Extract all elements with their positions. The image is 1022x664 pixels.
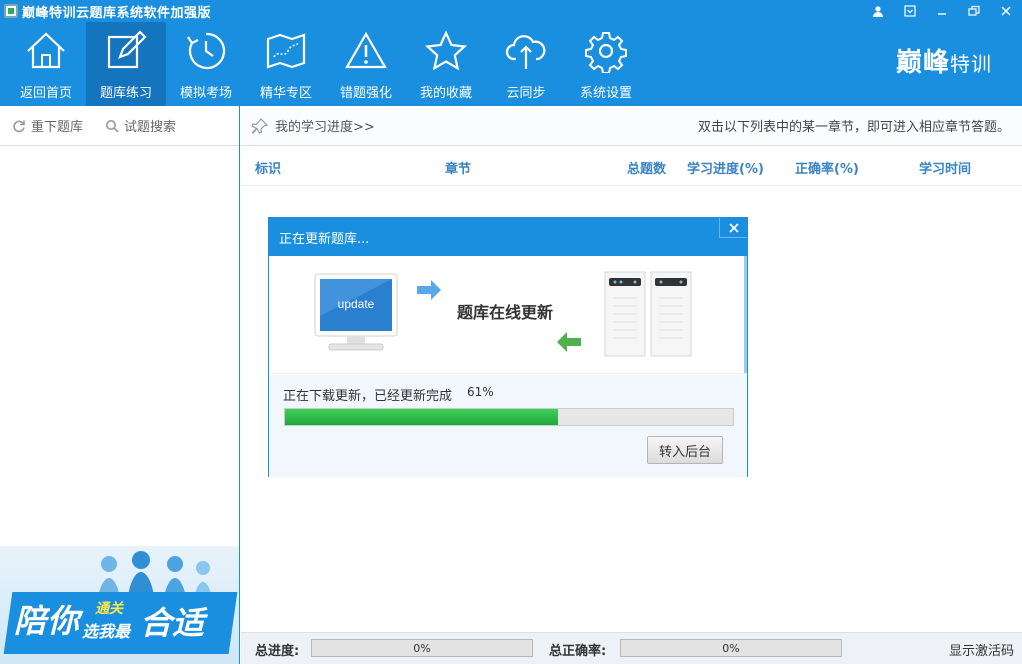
slogan-line4: 合适 bbox=[140, 598, 204, 644]
slogan-line2: 通关 bbox=[95, 598, 123, 618]
show-activation-link[interactable]: 显示激活码 bbox=[949, 640, 1014, 659]
brand-logo: 巅峰特训 bbox=[896, 42, 992, 79]
nav-exam-label: 模拟考场 bbox=[180, 82, 232, 101]
monitor-icon bbox=[315, 274, 397, 350]
total-accuracy-label: 总正确率: bbox=[549, 640, 606, 659]
dialog-header: 正在更新题库... bbox=[269, 218, 747, 256]
redownload-label: 重下题库 bbox=[31, 116, 83, 135]
nav-essence-label: 精华专区 bbox=[260, 82, 312, 101]
brand-sub: 特训 bbox=[950, 52, 992, 76]
menu-icon[interactable] bbox=[894, 0, 926, 22]
monitor-text: update bbox=[338, 297, 375, 311]
download-progress-track bbox=[284, 408, 734, 426]
nav-cloud-sync-label: 云同步 bbox=[506, 82, 545, 101]
main-toolbar: 返回首页 题库练习 模拟考场 精华专区 错题强化 我的收藏 云同步 系统设置 巅… bbox=[0, 22, 1022, 106]
nav-home-label: 返回首页 bbox=[20, 82, 72, 101]
instruction-hint: 双击以下列表中的某一章节，即可进入相应章节答题。 bbox=[698, 116, 1010, 135]
nav-favorites[interactable]: 我的收藏 bbox=[406, 22, 486, 106]
progress-header: 我的学习进度>> 双击以下列表中的某一章节，即可进入相应章节答题。 bbox=[241, 106, 1022, 146]
col-accuracy[interactable]: 正确率(%) bbox=[795, 158, 859, 177]
nav-mistakes-label: 错题强化 bbox=[340, 82, 392, 101]
nav-home[interactable]: 返回首页 bbox=[6, 22, 86, 106]
nav-practice[interactable]: 题库练习 bbox=[86, 22, 166, 106]
col-chapter[interactable]: 章节 bbox=[445, 158, 471, 177]
sidebar: 重下题库 试题搜索 陪你 通关 选我最 合适 bbox=[0, 106, 240, 664]
app-icon bbox=[4, 4, 18, 18]
brand-main: 巅峰 bbox=[896, 48, 950, 78]
download-progress-fill bbox=[285, 409, 558, 425]
dialog-body: 正在下载更新，已经更新完成 61% 转入后台 bbox=[269, 375, 747, 477]
arrow-right-icon bbox=[417, 280, 441, 300]
update-graphic: update 题库在线更新 bbox=[269, 256, 747, 374]
star-icon bbox=[424, 29, 468, 73]
nav-practice-label: 题库练习 bbox=[100, 82, 152, 101]
dialog-title: 正在更新题库... bbox=[279, 228, 369, 247]
dialog-close-button[interactable] bbox=[719, 218, 747, 238]
col-time[interactable]: 学习时间 bbox=[919, 158, 971, 177]
status-footer: 总进度: 0% 总正确率: 0% 显示激活码 bbox=[241, 632, 1022, 664]
nav-settings-label: 系统设置 bbox=[580, 82, 632, 101]
redownload-button[interactable]: 重下题库 bbox=[12, 116, 83, 135]
total-progress-bar: 0% bbox=[311, 639, 533, 657]
close-icon bbox=[729, 223, 739, 233]
slogan-line1: 陪你 bbox=[14, 596, 80, 642]
search-icon bbox=[105, 119, 119, 133]
illustration-text: 题库在线更新 bbox=[457, 303, 553, 322]
total-progress-label: 总进度: bbox=[255, 640, 299, 659]
user-icon[interactable] bbox=[862, 0, 894, 22]
pin-icon bbox=[251, 117, 269, 135]
nav-cloud-sync[interactable]: 云同步 bbox=[486, 22, 566, 106]
nav-settings[interactable]: 系统设置 bbox=[566, 22, 646, 106]
restore-icon[interactable] bbox=[958, 0, 990, 22]
total-accuracy-bar: 0% bbox=[620, 639, 842, 657]
window-controls bbox=[862, 0, 1022, 22]
home-icon bbox=[24, 29, 68, 73]
search-button[interactable]: 试题搜索 bbox=[105, 116, 176, 135]
update-dialog: 正在更新题库... bbox=[268, 217, 748, 477]
download-status: 正在下载更新，已经更新完成 bbox=[283, 385, 452, 404]
sidebar-toolbar: 重下题库 试题搜索 bbox=[0, 106, 239, 146]
clock-icon bbox=[184, 29, 228, 73]
run-in-background-button[interactable]: 转入后台 bbox=[647, 436, 723, 464]
refresh-icon bbox=[12, 119, 26, 133]
slogan-line3: 选我最 bbox=[82, 618, 130, 642]
promo-banner: 陪你 通关 选我最 合适 bbox=[0, 546, 239, 664]
download-percent: 61% bbox=[467, 385, 494, 399]
col-progress[interactable]: 学习进度(%) bbox=[687, 158, 764, 177]
update-illustration: update 题库在线更新 bbox=[269, 256, 747, 374]
warning-icon bbox=[344, 29, 388, 73]
window-title: 巅峰特训云题库系统软件加强版 bbox=[22, 2, 211, 21]
col-total[interactable]: 总题数 bbox=[627, 158, 666, 177]
nav-mistakes[interactable]: 错题强化 bbox=[326, 22, 406, 106]
edit-icon bbox=[104, 29, 148, 73]
server-icon bbox=[605, 272, 691, 356]
title-bar: 巅峰特训云题库系统软件加强版 bbox=[0, 0, 1022, 22]
minimize-icon[interactable] bbox=[926, 0, 958, 22]
nav-favorites-label: 我的收藏 bbox=[420, 82, 472, 101]
cloud-sync-icon bbox=[504, 29, 548, 73]
my-progress-link[interactable]: 我的学习进度>> bbox=[275, 116, 375, 135]
gear-icon bbox=[584, 29, 628, 73]
nav-exam[interactable]: 模拟考场 bbox=[166, 22, 246, 106]
map-icon bbox=[264, 29, 308, 73]
arrow-left-green-icon bbox=[557, 332, 581, 352]
col-marker[interactable]: 标识 bbox=[255, 158, 281, 177]
nav-essence[interactable]: 精华专区 bbox=[246, 22, 326, 106]
search-label: 试题搜索 bbox=[124, 116, 176, 135]
close-icon[interactable] bbox=[990, 0, 1022, 22]
chapter-table-header: 标识 章节 总题数 学习进度(%) 正确率(%) 学习时间 bbox=[241, 146, 1022, 186]
